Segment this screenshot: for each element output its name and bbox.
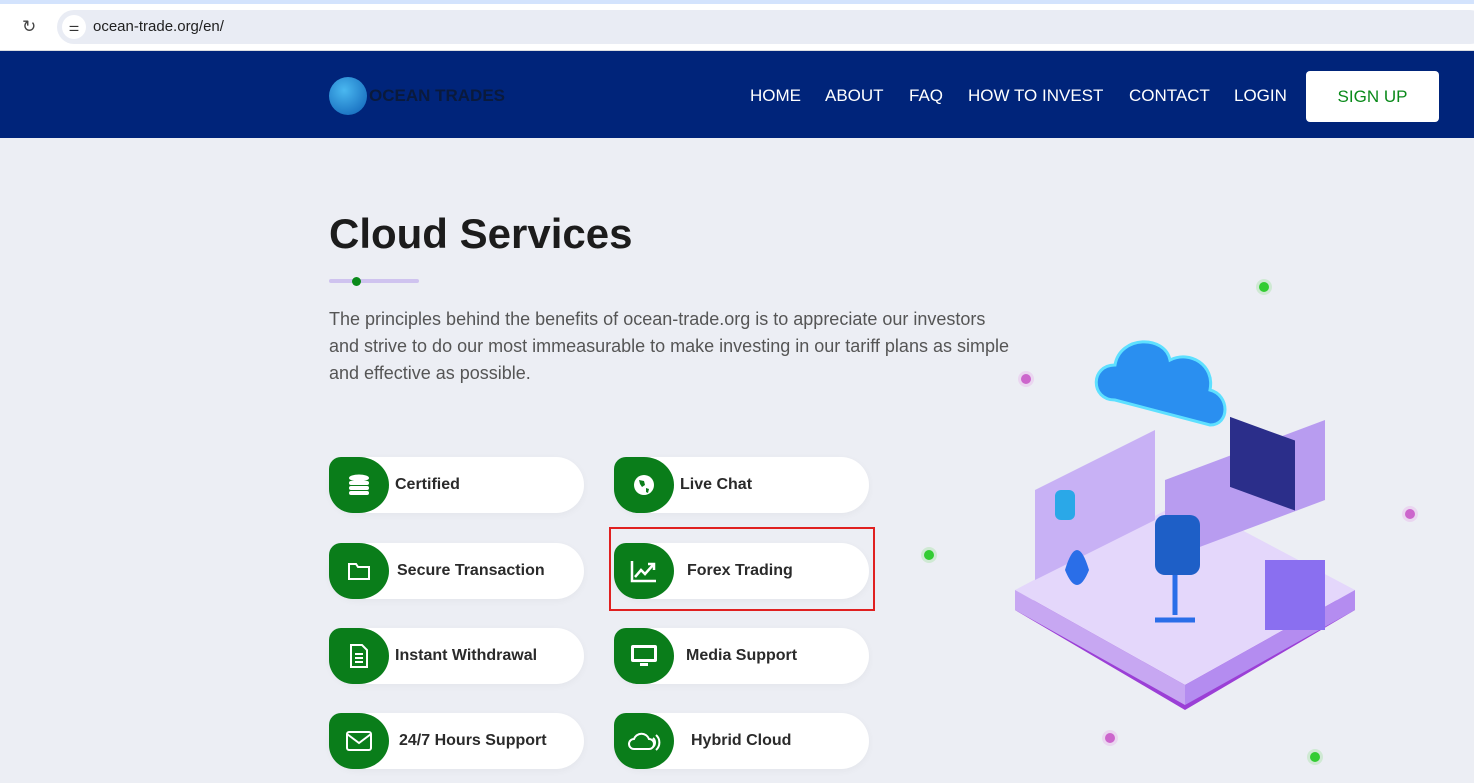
url-text[interactable]: ocean-trade.org/en/	[93, 18, 224, 35]
feature-label: Live Chat	[680, 476, 753, 493]
cloud-icon	[614, 713, 674, 769]
browser-toolbar: ↻ ⚌ ocean-trade.org/en/	[0, 4, 1474, 51]
database-icon	[329, 457, 389, 513]
feature-24-7-support[interactable]: 24/7 Hours Support	[329, 713, 584, 769]
decor-dot	[1405, 509, 1415, 519]
highlight-box	[609, 527, 875, 611]
nav-login[interactable]: LOGIN	[1234, 86, 1287, 106]
document-icon	[329, 628, 389, 684]
monitor-icon	[614, 628, 674, 684]
envelope-icon	[329, 713, 389, 769]
reload-icon[interactable]: ↻	[22, 17, 36, 37]
nav-about[interactable]: ABOUT	[825, 86, 884, 106]
feature-label: Hybrid Cloud	[691, 732, 792, 749]
feature-live-chat[interactable]: Live Chat	[614, 457, 869, 513]
feature-label: Instant Withdrawal	[395, 647, 538, 664]
title-underline	[329, 279, 419, 283]
decor-dot	[1105, 733, 1115, 743]
feature-label: 24/7 Hours Support	[399, 732, 547, 749]
site-settings-icon[interactable]: ⚌	[62, 15, 86, 39]
decor-dot	[924, 550, 934, 560]
feature-certified[interactable]: Certified	[329, 457, 584, 513]
folder-icon	[329, 543, 389, 599]
nav-faq[interactable]: FAQ	[909, 86, 943, 106]
feature-media-support[interactable]: Media Support	[614, 628, 869, 684]
logo[interactable]: OCEAN TRADES	[329, 77, 505, 115]
feature-label: Media Support	[686, 647, 798, 664]
section-description: The principles behind the benefits of oc…	[329, 309, 1009, 383]
address-bar[interactable]: ⚌ ocean-trade.org/en/	[57, 10, 1474, 44]
signup-button[interactable]: SIGN UP	[1306, 71, 1439, 122]
feature-label: Certified	[395, 476, 460, 493]
logo-globe-icon	[329, 77, 367, 115]
feature-instant-withdrawal[interactable]: Instant Withdrawal	[329, 628, 584, 684]
decor-dot	[1259, 282, 1269, 292]
nav-contact[interactable]: CONTACT	[1129, 86, 1210, 106]
logo-text: OCEAN TRADES	[369, 86, 506, 105]
feature-label: Secure Transaction	[397, 562, 545, 579]
feature-secure-transaction[interactable]: Secure Transaction	[329, 543, 584, 599]
globe-icon	[614, 457, 674, 513]
decor-dot	[1310, 752, 1320, 762]
cloud-workspace-illustration	[1015, 340, 1355, 710]
title-underline-dot	[352, 277, 361, 286]
nav-how-to-invest[interactable]: HOW TO INVEST	[968, 86, 1103, 106]
nav-home[interactable]: HOME	[750, 86, 801, 106]
site-header: OCEAN TRADES HOME ABOUT FAQ HOW TO INVES…	[0, 51, 1474, 138]
page-title: Cloud Services	[329, 210, 633, 257]
feature-hybrid-cloud[interactable]: Hybrid Cloud	[614, 713, 869, 769]
